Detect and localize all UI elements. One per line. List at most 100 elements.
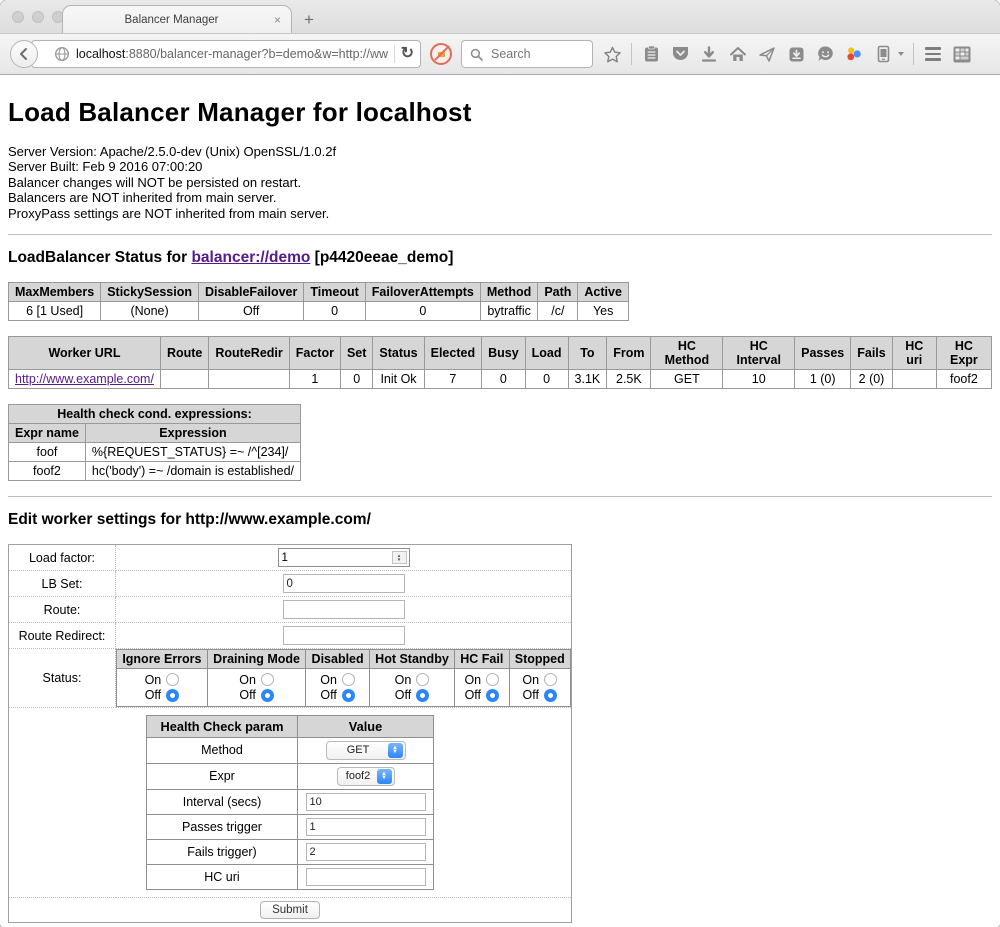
- table-header-cell: Expr name: [9, 424, 86, 443]
- download-icon[interactable]: [699, 44, 719, 64]
- radio-off[interactable]: [166, 689, 179, 702]
- table-cell: [209, 370, 289, 389]
- radio-on[interactable]: [261, 673, 274, 686]
- radio-on[interactable]: [166, 673, 179, 686]
- table-row: LB Set:: [9, 571, 572, 597]
- table-header-cell: Active: [578, 283, 629, 302]
- hc-param-input[interactable]: [306, 868, 426, 886]
- table-cell: 1: [289, 370, 340, 389]
- table-row: 6 [1 Used](None)Off00bytraffic/c/Yes: [9, 302, 629, 321]
- table-header-cell: Elected: [424, 337, 481, 370]
- hc-param-input[interactable]: [306, 793, 426, 811]
- hc-param-select[interactable]: GET▲▼: [326, 741, 406, 760]
- reading-list-icon[interactable]: [641, 44, 661, 64]
- balancer-link[interactable]: balancer://demo: [191, 249, 310, 266]
- load-factor-stepper[interactable]: ▲▼: [278, 548, 410, 567]
- table-cell: [892, 370, 936, 389]
- page-content: Load Balancer Manager for localhost Serv…: [0, 75, 1000, 926]
- table-cell: foof: [9, 443, 86, 462]
- radio-on-label: On: [464, 673, 481, 687]
- table-header-cell: Timeout: [304, 283, 365, 302]
- save-to-device-icon[interactable]: [786, 44, 806, 64]
- reload-icon[interactable]: ↻: [401, 46, 414, 62]
- submit-button[interactable]: Submit: [260, 901, 320, 919]
- table-cell: 0: [304, 302, 365, 321]
- radio-off-label: Off: [239, 688, 255, 702]
- menu-icon[interactable]: [923, 44, 943, 64]
- table-row: foof2hc('body') =~ /domain is establishe…: [9, 462, 301, 481]
- divider: [394, 45, 395, 63]
- table-row: Fails trigger): [147, 839, 434, 864]
- radio-off[interactable]: [416, 689, 429, 702]
- radio-on[interactable]: [342, 673, 355, 686]
- table-header-cell: StickySession: [101, 283, 199, 302]
- hc-param-select[interactable]: foof2▲▼: [337, 767, 395, 786]
- load-factor-cell: ▲▼: [116, 545, 572, 571]
- table-header-cell: DisableFailover: [198, 283, 303, 302]
- load-factor-input[interactable]: [279, 549, 390, 566]
- back-arrow-icon: [17, 47, 31, 61]
- new-tab-button[interactable]: +: [304, 11, 314, 28]
- table-header-cell: HC Interval: [723, 337, 795, 370]
- spinner-icon[interactable]: ▲▼: [392, 551, 407, 564]
- dropdown-caret-icon[interactable]: [898, 52, 904, 56]
- bookmark-star-icon[interactable]: [602, 44, 622, 64]
- table-row: Method GET▲▼: [147, 737, 434, 763]
- radio-off[interactable]: [486, 689, 499, 702]
- table-header-cell: Worker URL: [9, 337, 161, 370]
- search-box[interactable]: [461, 40, 593, 68]
- radio-off[interactable]: [261, 689, 274, 702]
- hc-param-label: Expr: [147, 763, 298, 789]
- table-header-cell: HC Method: [651, 337, 723, 370]
- table-cell: 7: [424, 370, 481, 389]
- radio-off[interactable]: [342, 689, 355, 702]
- radio-on[interactable]: [486, 673, 499, 686]
- table-header-cell: From: [607, 337, 651, 370]
- minimize-window-button[interactable]: [32, 11, 44, 23]
- table-header-cell: Factor: [289, 337, 340, 370]
- table-cell: [160, 370, 208, 389]
- url-bar[interactable]: localhost:8880/balancer-manager?b=demo&w…: [31, 40, 421, 68]
- route-input[interactable]: [283, 600, 405, 619]
- extension-dots-icon[interactable]: [844, 44, 864, 64]
- plugin-blocked-icon[interactable]: [430, 43, 452, 65]
- divider: [8, 496, 992, 497]
- table-cell: /c/: [538, 302, 578, 321]
- table-header-cell: HC Expr: [936, 337, 991, 370]
- close-window-button[interactable]: [12, 11, 24, 23]
- table-row: Status: Ignore ErrorsDraining ModeDisabl…: [9, 649, 572, 708]
- home-icon[interactable]: [728, 44, 748, 64]
- table-header-cell: MaxMembers: [9, 283, 101, 302]
- send-tab-icon[interactable]: [757, 44, 777, 64]
- tab-close-icon[interactable]: ×: [272, 14, 283, 26]
- hc-param-input[interactable]: [306, 818, 426, 836]
- search-input[interactable]: [489, 46, 584, 62]
- feedback-smiley-icon[interactable]: [815, 44, 835, 64]
- lb-set-input[interactable]: [283, 574, 405, 593]
- url-text[interactable]: localhost:8880/balancer-manager?b=demo&w…: [76, 47, 388, 61]
- radio-on[interactable]: [544, 673, 557, 686]
- hc-param-input[interactable]: [306, 843, 426, 861]
- table-header-cell: Path: [538, 283, 578, 302]
- table-header-cell: FailoverAttempts: [365, 283, 480, 302]
- table-row: Submit: [9, 897, 572, 922]
- back-button[interactable]: [10, 40, 38, 68]
- hc-param-value: [298, 839, 434, 864]
- tab-balancer-manager[interactable]: Balancer Manager ×: [62, 5, 292, 33]
- table-header-cell: To: [568, 337, 607, 370]
- route-redirect-label: Route Redirect:: [9, 623, 116, 649]
- pocket-icon[interactable]: [670, 44, 690, 64]
- table-cell: Yes: [578, 302, 629, 321]
- radio-off[interactable]: [544, 689, 557, 702]
- table-row: http://www.example.com/ 10Init Ok7003.1K…: [9, 370, 992, 389]
- status-radio-row: On Off On Off On Off On: [117, 669, 571, 707]
- select-stepper-icon: ▲▼: [377, 769, 392, 784]
- hc-param-value: [298, 864, 434, 889]
- worker-url-link[interactable]: http://www.example.com/: [15, 372, 154, 386]
- grid-extension-icon[interactable]: [952, 44, 972, 64]
- device-clipboard-icon[interactable]: [873, 44, 893, 64]
- table-cell: 6 [1 Used]: [9, 302, 101, 321]
- route-redirect-input[interactable]: [283, 626, 405, 645]
- table-cell: foof2: [9, 462, 86, 481]
- radio-on[interactable]: [416, 673, 429, 686]
